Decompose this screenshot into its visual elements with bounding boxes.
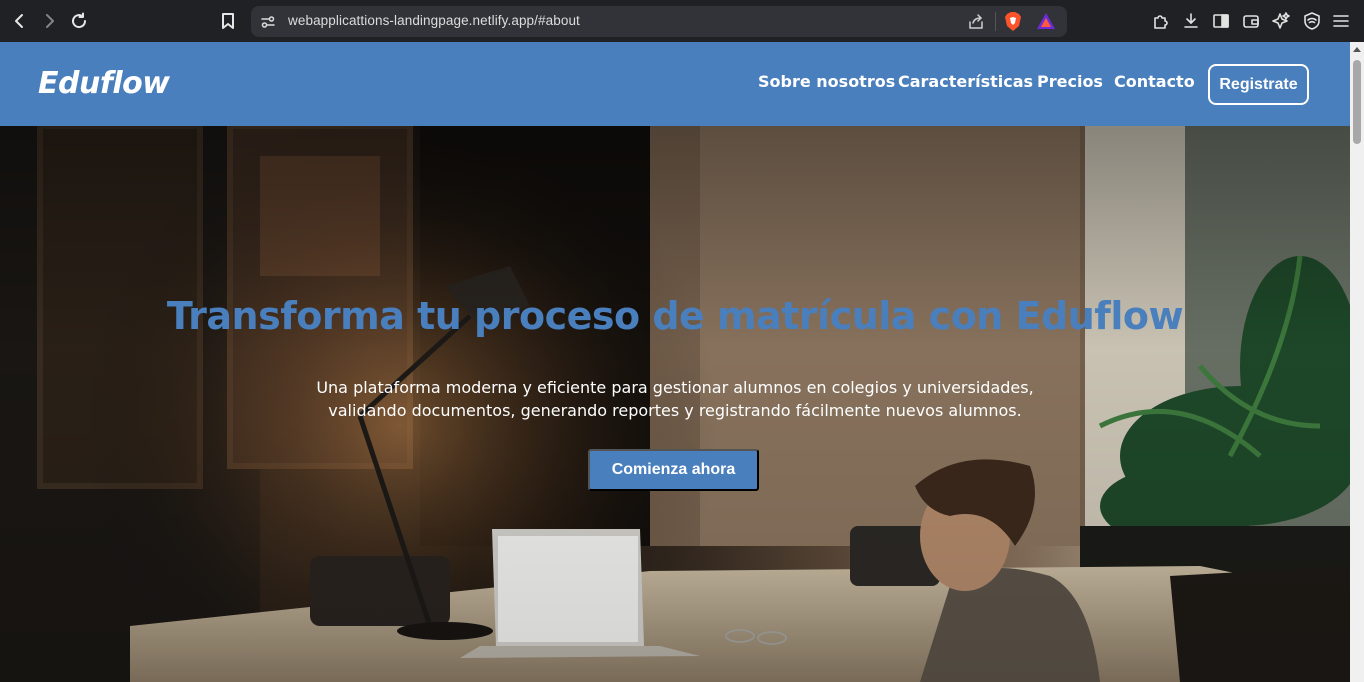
hero-title: Transforma tu proceso de matrícula con E… <box>166 294 1184 338</box>
scroll-thumb[interactable] <box>1353 60 1361 144</box>
hamburger-menu-icon <box>1333 15 1349 27</box>
bookmark-icon <box>222 13 234 29</box>
brave-rewards-icon[interactable] <box>1036 12 1056 30</box>
extensions-button[interactable] <box>1151 11 1171 31</box>
url-text: webapplicattions-landingpage.netlify.app… <box>288 13 580 28</box>
hero-section: Transforma tu proceso de matrícula con E… <box>0 126 1350 682</box>
vpn-button[interactable] <box>1302 11 1322 31</box>
chevron-right-icon <box>46 14 54 28</box>
site-logo[interactable]: Eduflow <box>38 66 170 101</box>
site-header: Eduflow Sobre nosotros Características P… <box>0 42 1350 126</box>
wallet-button[interactable] <box>1241 11 1261 31</box>
puzzle-icon <box>1154 15 1168 29</box>
bookmark-button[interactable] <box>217 10 239 32</box>
get-started-button[interactable]: Comienza ahora <box>588 449 759 491</box>
site-settings-icon[interactable] <box>260 14 276 30</box>
downloads-button[interactable] <box>1181 11 1201 31</box>
forward-button[interactable] <box>38 10 60 32</box>
address-bar[interactable]: webapplicattions-landingpage.netlify.app… <box>251 6 1067 37</box>
wallet-icon <box>1243 15 1259 28</box>
page-scrollbar[interactable] <box>1350 42 1364 682</box>
sidebar-button[interactable] <box>1211 11 1231 31</box>
brave-shield-icon[interactable] <box>1003 11 1023 32</box>
sidebar-icon <box>1213 14 1229 28</box>
nav-link-contact[interactable]: Contacto <box>1114 72 1195 91</box>
hero-subtitle: Una plataforma moderna y eficiente para … <box>316 378 1034 420</box>
vpn-shield-icon <box>1304 12 1320 30</box>
scroll-up-arrow-icon[interactable] <box>1353 47 1361 52</box>
browser-toolbar: webapplicattions-landingpage.netlify.app… <box>0 0 1364 42</box>
menu-button[interactable] <box>1331 11 1351 31</box>
chevron-left-icon <box>15 14 23 28</box>
divider <box>995 12 996 31</box>
register-button[interactable]: Registrate <box>1208 64 1309 105</box>
nav-link-about[interactable]: Sobre nosotros <box>758 72 895 91</box>
back-button[interactable] <box>9 10 31 32</box>
nav-link-features[interactable]: Características <box>898 72 1033 91</box>
nav-link-pricing[interactable]: Precios <box>1037 72 1103 91</box>
share-icon[interactable] <box>967 13 985 31</box>
web-page: Eduflow Sobre nosotros Características P… <box>0 42 1350 682</box>
download-icon <box>1184 13 1198 28</box>
sparkle-icon <box>1272 12 1290 29</box>
leo-ai-button[interactable] <box>1271 11 1291 31</box>
reload-button[interactable] <box>68 10 90 32</box>
reload-icon <box>72 12 87 29</box>
